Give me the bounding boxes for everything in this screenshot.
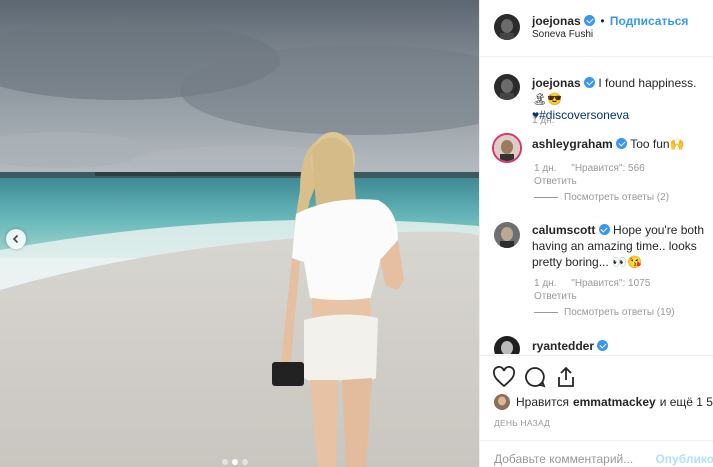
comment-meta: 1 дн. "Нравится": 566 — [534, 163, 645, 174]
add-comment-bar: Добавьте комментарий... Опублико — [480, 440, 713, 467]
separator: • — [600, 14, 605, 28]
chevron-left-icon — [12, 234, 19, 244]
avatar-image — [494, 222, 520, 248]
avatar[interactable] — [494, 74, 520, 100]
avatar-image — [494, 14, 520, 40]
verified-badge-icon — [584, 15, 596, 26]
avatar[interactable] — [494, 336, 520, 354]
comment-time[interactable]: 1 дн. — [534, 278, 556, 289]
comment-text: ashleygraham Too fun🙌 — [532, 136, 713, 152]
post-date[interactable]: ДЕНЬ НАЗАД — [494, 418, 550, 428]
reply-button[interactable]: Ответить — [534, 291, 577, 302]
liker-username[interactable]: emmatmackey — [573, 395, 656, 409]
carousel-indicator — [222, 459, 248, 465]
comment-body: Too fun🙌 — [630, 137, 685, 151]
likes-suffix[interactable]: и ещё 1 540 4 — [660, 395, 713, 409]
share-button[interactable] — [554, 365, 578, 389]
view-replies-label: Посмотреть ответы (19) — [564, 307, 675, 318]
heart-icon — [493, 366, 515, 388]
caption-time[interactable]: 1 дн. — [532, 115, 554, 126]
post-comment-button[interactable]: Опублико — [655, 452, 713, 466]
carousel-dot-active — [232, 459, 238, 465]
avatar-image — [494, 394, 510, 410]
comment-time[interactable]: 1 дн. — [534, 163, 556, 174]
location-link[interactable]: Soneva Fushi — [532, 29, 593, 40]
comment-likes[interactable]: "Нравится": 1075 — [571, 278, 650, 289]
avatar-image — [494, 135, 520, 161]
comment-username[interactable]: ashleygraham — [532, 137, 613, 151]
avatar-image — [494, 74, 520, 100]
liker-avatar — [494, 394, 510, 410]
verified-badge-icon — [597, 340, 609, 351]
avatar-image — [494, 336, 520, 354]
comment-meta: 1 дн. "Нравится": 1075 — [534, 278, 650, 289]
post-actions: Нравится emmatmackey и ещё 1 540 4 ДЕНЬ … — [480, 355, 713, 467]
view-replies-label: Посмотреть ответы (2) — [564, 192, 670, 203]
post-sidebar: joejonas • Подписаться Soneva Fushi joej… — [479, 0, 713, 467]
header-username[interactable]: joejonas — [532, 14, 581, 28]
like-button[interactable] — [492, 365, 516, 389]
comment-button[interactable] — [523, 365, 547, 389]
follow-button[interactable]: Подписаться — [610, 14, 688, 28]
caption-text: joejonas I found happiness. 🏝😎 ♥#discove… — [532, 75, 712, 123]
carousel-dot — [222, 459, 228, 465]
comment-text: calumscott Hope you're both having an am… — [532, 222, 712, 270]
comments-list: joejonas I found happiness. 🏝😎 ♥#discove… — [480, 58, 713, 354]
post-photo[interactable] — [0, 0, 479, 467]
comment-text: ryantedder — [532, 338, 713, 354]
avatar[interactable] — [492, 133, 522, 163]
verified-badge-icon — [584, 77, 596, 88]
divider — [534, 312, 558, 313]
caption-username[interactable]: joejonas — [532, 76, 581, 90]
comment-username[interactable]: ryantedder — [532, 339, 594, 353]
comment-likes[interactable]: "Нравится": 566 — [571, 163, 644, 174]
avatar[interactable] — [494, 222, 520, 248]
post-header: joejonas • Подписаться Soneva Fushi — [480, 0, 713, 57]
comment-input[interactable]: Добавьте комментарий... — [494, 452, 633, 466]
reply-button[interactable]: Ответить — [534, 176, 577, 187]
likes-prefix: Нравится — [516, 395, 569, 409]
verified-badge-icon — [598, 224, 610, 235]
beach-photo — [0, 0, 479, 467]
avatar[interactable] — [494, 14, 520, 40]
header-userline: joejonas • Подписаться — [532, 14, 688, 28]
previous-photo-button[interactable] — [6, 229, 26, 249]
carousel-dot — [242, 459, 248, 465]
view-replies-button[interactable]: Посмотреть ответы (19) — [534, 307, 675, 318]
likes-summary[interactable]: Нравится emmatmackey и ещё 1 540 4 — [494, 394, 713, 410]
comment-username[interactable]: calumscott — [532, 223, 595, 237]
speech-bubble-icon — [525, 367, 546, 388]
verified-badge-icon — [616, 138, 628, 149]
share-icon — [558, 366, 574, 387]
divider — [534, 197, 558, 198]
view-replies-button[interactable]: Посмотреть ответы (2) — [534, 192, 669, 203]
